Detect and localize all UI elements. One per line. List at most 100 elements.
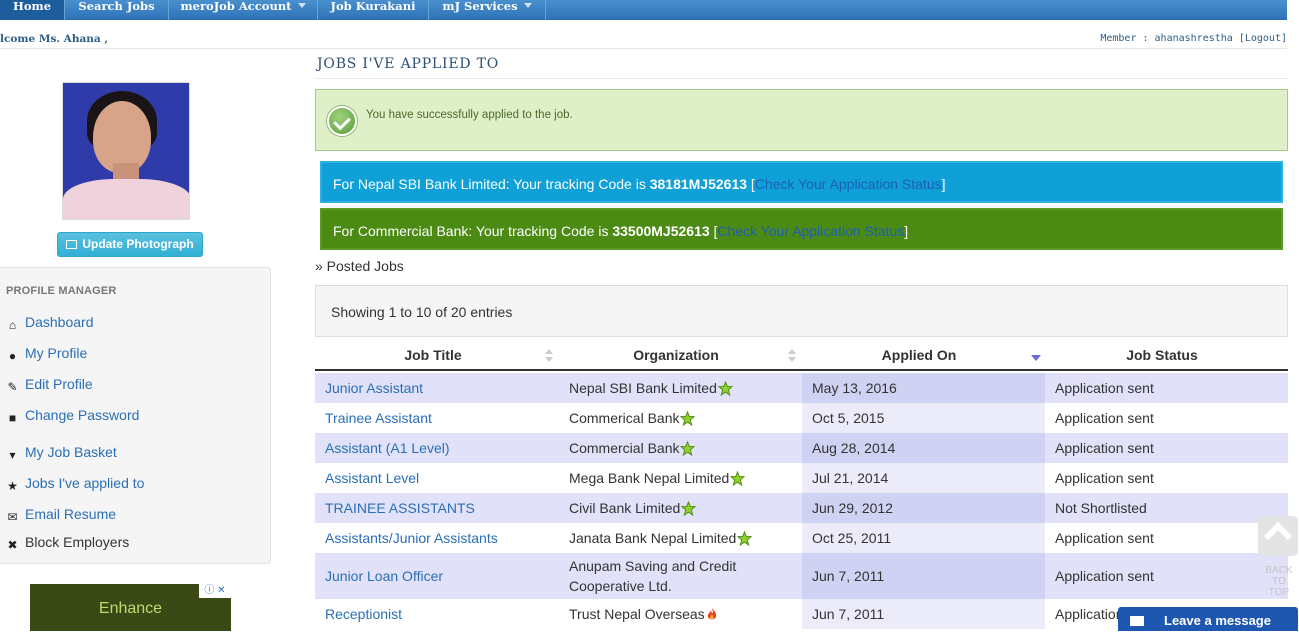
bracket-open: [ (747, 176, 755, 192)
cell-job-title: Junior Assistant (315, 373, 559, 403)
table-row: Assistants/Junior Assistants Janata Bank … (315, 523, 1288, 553)
page-title: JOBS I'VE APPLIED TO (317, 56, 500, 72)
cell-job-status: Application sent (1055, 568, 1154, 584)
sidebar-item-block-employers[interactable]: ✖ Block Employers (6, 533, 130, 552)
cell-job-title: Assistant (A1 Level) (315, 433, 559, 463)
column-header-job-title[interactable]: Job Title (315, 347, 551, 363)
leave-message-button[interactable]: Leave a message (1118, 607, 1298, 631)
organization-name: Janata Bank Nepal Limited (569, 530, 737, 546)
sidebar-item-dashboard[interactable]: ⌂ Dashboard (6, 313, 94, 332)
cell-job-status: Application sent (1055, 530, 1154, 546)
tracking-code-banner: For Nepal SBI Bank Limited: Your trackin… (320, 161, 1283, 203)
chevron-down-icon (523, 3, 532, 8)
envelope-icon: ✉ (7, 510, 18, 524)
picture-icon (66, 240, 78, 249)
checkmark-icon (327, 106, 357, 136)
sidebar-item-my-job-basket[interactable]: ▾ My Job Basket (6, 443, 116, 462)
close-icon: ✖ (7, 538, 18, 552)
sidebar-item-label: My Profile (25, 345, 88, 361)
user-icon: ● (8, 349, 17, 363)
organization-name: Trust Nepal Overseas (569, 606, 705, 622)
job-title-link[interactable]: Assistants/Junior Assistants (325, 530, 498, 546)
organization-name: Civil Bank Limited (569, 500, 681, 516)
cell-organization: Janata Bank Nepal Limited (559, 523, 802, 553)
tracking-code: 38181MJ52613 (649, 176, 748, 192)
sidebar-item-label: Block Employers (25, 534, 130, 550)
title-divider (315, 78, 1288, 79)
bracket-close: ] (904, 223, 909, 239)
sidebar-item-label: Dashboard (25, 314, 94, 330)
cell-applied-on: Jul 21, 2014 (802, 463, 1045, 493)
table-row: Assistant Level Mega Bank Nepal Limited Ju… (315, 463, 1288, 493)
cell-organization: Civil Bank Limited (559, 493, 802, 523)
sidebar-item-edit-profile[interactable]: ✎ Edit Profile (6, 375, 92, 394)
edit-icon: ✎ (7, 380, 18, 394)
nav-mj-services[interactable]: mJ Services (429, 0, 546, 20)
header-divider (0, 48, 1287, 49)
logout-link[interactable]: [Logout] (1239, 33, 1287, 44)
nav-search-jobs-label: Search Jobs (78, 0, 155, 13)
cell-organization: Mega Bank Nepal Limited (559, 463, 802, 493)
sidebar-item-jobs-applied[interactable]: ★ Jobs I've applied to (6, 474, 145, 493)
back-to-top-button[interactable] (1258, 516, 1298, 556)
job-title-link[interactable]: Junior Loan Officer (325, 568, 443, 584)
table-row: TRAINEE ASSISTANTS Civil Bank Limited Jun … (315, 493, 1288, 523)
ad-banner[interactable]: Enhance ⓘ ✕ (30, 584, 231, 631)
ad-close-icon[interactable]: ⓘ ✕ (199, 584, 231, 598)
sidebar-item-email-resume[interactable]: ✉ Email Resume (6, 505, 117, 524)
sidebar-item-my-profile[interactable]: ● My Profile (6, 344, 88, 363)
sidebar-item-label: Change Password (25, 407, 140, 423)
cell-organization: Commercial Bank (559, 433, 802, 463)
job-title-link[interactable]: Trainee Assistant (325, 410, 432, 426)
sidebar-item-change-password[interactable]: ■ Change Password (6, 406, 140, 425)
job-title-link[interactable]: Receptionist (325, 606, 402, 622)
column-header-organization[interactable]: Organization (559, 347, 793, 363)
cell-organization: Anupam Saving and Credit Cooperative Ltd… (559, 553, 802, 599)
sort-desc-icon[interactable] (1031, 355, 1041, 361)
nav-mj-services-label: mJ Services (442, 0, 518, 13)
hot-fire-icon (706, 606, 718, 620)
sort-icon[interactable] (788, 349, 796, 363)
job-title-link[interactable]: Junior Assistant (325, 380, 423, 396)
lock-icon: ■ (8, 411, 17, 425)
table-row: Trainee Assistant Commerical Bank Oct 5, 2… (315, 403, 1288, 433)
star-icon: ★ (7, 479, 18, 493)
featured-star-icon (737, 530, 753, 547)
nav-merojob-account[interactable]: meroJob Account (169, 0, 318, 20)
sort-icon[interactable] (545, 349, 553, 363)
featured-star-icon (680, 500, 697, 517)
envelope-icon (1130, 616, 1144, 626)
sidebar-item-label: Jobs I've applied to (25, 475, 145, 491)
nav-home-label: Home (12, 0, 52, 13)
job-title-link[interactable]: TRAINEE ASSISTANTS (325, 500, 475, 516)
sidebar-item-label: Email Resume (25, 506, 117, 522)
nav-search-jobs[interactable]: Search Jobs (65, 0, 169, 20)
cell-applied-on: Oct 25, 2011 (802, 523, 1045, 553)
posted-jobs-link[interactable]: » Posted Jobs (315, 258, 404, 274)
table-row: Junior Loan Officer Anupam Saving and Cre… (315, 553, 1288, 599)
featured-star-icon (730, 470, 746, 487)
job-title-link[interactable]: Assistant Level (325, 470, 419, 486)
home-icon: ⌂ (8, 318, 17, 332)
ad-text: Enhance (98, 600, 163, 617)
column-header-applied-on[interactable]: Applied On (802, 347, 1036, 363)
featured-star-icon (680, 440, 696, 457)
cell-organization: Trust Nepal Overseas (559, 599, 802, 629)
update-photograph-button[interactable]: Update Photograph (57, 232, 203, 257)
check-status-link[interactable]: Check Your Application Status (717, 223, 904, 239)
cell-job-title: Assistant Level (315, 463, 559, 493)
entries-info: Showing 1 to 10 of 20 entries (331, 304, 513, 320)
job-title-link[interactable]: Assistant (A1 Level) (325, 440, 450, 456)
cell-job-title: Junior Loan Officer (315, 553, 559, 599)
nav-job-kurakani[interactable]: Job Kurakani (318, 0, 429, 20)
cell-job-title: Assistants/Junior Assistants (315, 523, 559, 553)
nav-home[interactable]: Home (0, 0, 65, 20)
cell-job-title: Trainee Assistant (315, 403, 559, 433)
check-status-link[interactable]: Check Your Application Status (755, 176, 942, 192)
cell-organization: Nepal SBI Bank Limited (559, 373, 802, 403)
column-header-job-status[interactable]: Job Status (1045, 347, 1279, 363)
welcome-text: lcome Ms. Ahana , (0, 33, 109, 45)
organization-name: Anupam Saving and Credit Cooperative Ltd… (569, 558, 737, 594)
cell-job-status: Application sent (1055, 470, 1154, 486)
organization-name: Commerical Bank (569, 410, 680, 426)
